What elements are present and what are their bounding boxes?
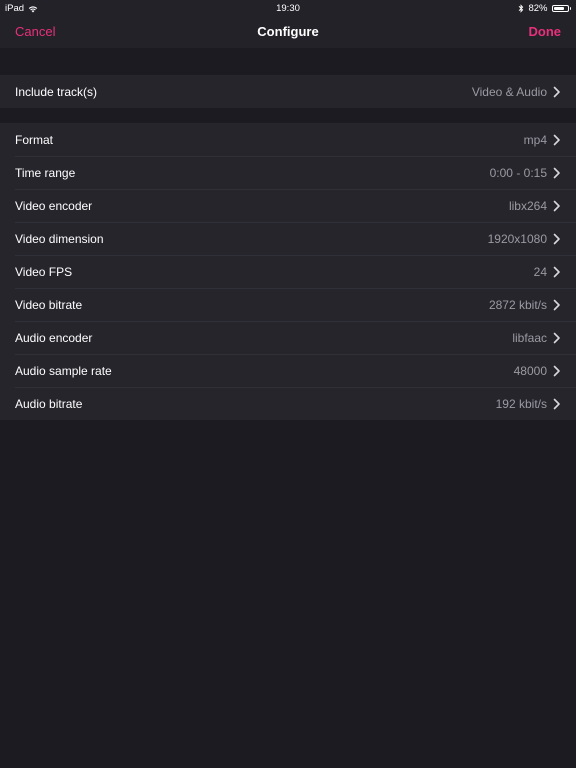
chevron-right-icon xyxy=(553,233,561,245)
setting-value: 0:00 - 0:15 xyxy=(489,165,547,180)
setting-row-video-encoder[interactable]: Video encoder libx264 xyxy=(0,189,576,222)
battery-percent: 82% xyxy=(528,3,548,14)
page-title: Configure xyxy=(257,24,319,39)
setting-label: Format xyxy=(15,132,54,147)
setting-value: 48000 xyxy=(513,363,547,378)
setting-row-video-bitrate[interactable]: Video bitrate 2872 kbit/s xyxy=(0,288,576,321)
setting-value: 24 xyxy=(533,264,547,279)
chevron-right-icon xyxy=(553,398,561,410)
nav-bar: Cancel Configure Done xyxy=(0,16,576,48)
setting-value: mp4 xyxy=(523,132,547,147)
status-time: 19:30 xyxy=(276,3,300,14)
chevron-right-icon xyxy=(553,266,561,278)
setting-row-video-fps[interactable]: Video FPS 24 xyxy=(0,255,576,288)
setting-value: Video & Audio xyxy=(471,84,547,99)
setting-value: 2872 kbit/s xyxy=(488,297,547,312)
setting-row-audio-bitrate[interactable]: Audio bitrate 192 kbit/s xyxy=(0,387,576,420)
settings-group: Format mp4 Time range 0:00 - 0:15 Video enco… xyxy=(0,123,576,420)
done-button[interactable]: Done xyxy=(529,24,562,39)
setting-row-audio-encoder[interactable]: Audio encoder libfaac xyxy=(0,321,576,354)
setting-row-time-range[interactable]: Time range 0:00 - 0:15 xyxy=(0,156,576,189)
setting-row-video-dimension[interactable]: Video dimension 1920x1080 xyxy=(0,222,576,255)
chevron-right-icon xyxy=(553,332,561,344)
battery-fill xyxy=(553,7,565,10)
setting-label: Audio bitrate xyxy=(15,396,83,411)
status-bar: iPad 19:30 82% xyxy=(0,0,576,16)
setting-label: Video FPS xyxy=(15,264,73,279)
chevron-right-icon xyxy=(553,200,561,212)
chevron-right-icon xyxy=(553,365,561,377)
setting-value: libfaac xyxy=(512,330,547,345)
setting-label: Audio encoder xyxy=(15,330,93,345)
bluetooth-icon xyxy=(518,4,524,13)
setting-row-include-track-s[interactable]: Include track(s) Video & Audio xyxy=(0,75,576,108)
setting-row-audio-sample-rate[interactable]: Audio sample rate 48000 xyxy=(0,354,576,387)
battery-tip xyxy=(569,7,571,10)
chevron-right-icon xyxy=(553,134,561,146)
setting-value: 1920x1080 xyxy=(487,231,547,246)
setting-label: Video dimension xyxy=(15,231,104,246)
chevron-right-icon xyxy=(553,167,561,179)
setting-label: Time range xyxy=(15,165,76,180)
setting-row-format[interactable]: Format mp4 xyxy=(0,123,576,156)
battery-icon xyxy=(551,5,571,12)
setting-label: Video bitrate xyxy=(15,297,83,312)
chevron-right-icon xyxy=(553,86,561,98)
tracks-group: Include track(s) Video & Audio xyxy=(0,75,576,108)
setting-label: Include track(s) xyxy=(15,84,98,99)
battery-body xyxy=(551,5,569,12)
setting-label: Audio sample rate xyxy=(15,363,112,378)
chevron-right-icon xyxy=(553,299,561,311)
setting-label: Video encoder xyxy=(15,198,93,213)
configure-screen: iPad 19:30 82% Cancel Configure Done Inc… xyxy=(0,0,576,768)
setting-value: 192 kbit/s xyxy=(495,396,547,411)
setting-value: libx264 xyxy=(508,198,547,213)
status-right: 82% xyxy=(518,3,571,14)
